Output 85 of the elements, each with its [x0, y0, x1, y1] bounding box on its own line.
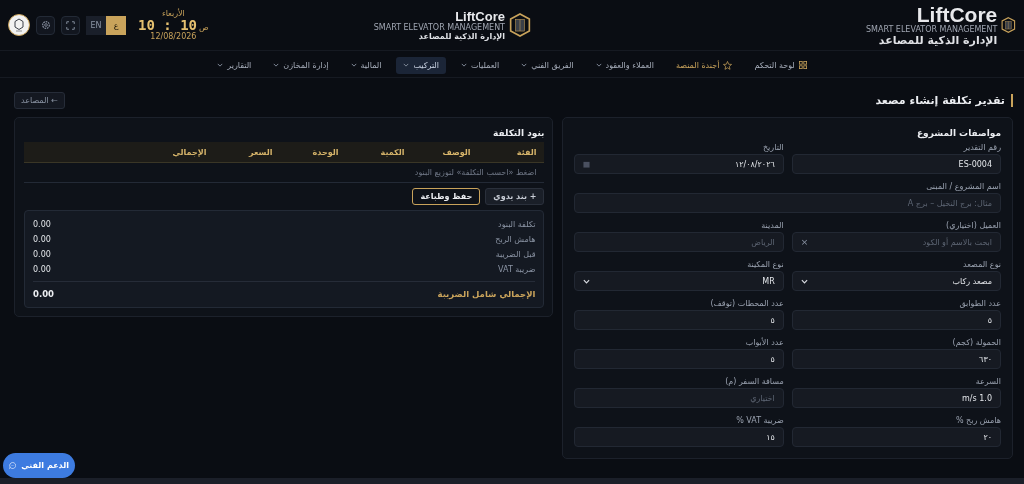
clock-date: 12/08/2026 — [150, 32, 197, 41]
nav-item[interactable]: التركيب — [396, 56, 447, 74]
summary-value: 0.00 — [33, 220, 51, 229]
field-label: عدد المحطات (توقف) — [709, 298, 784, 309]
star-icon — [723, 60, 733, 70]
chat-icon — [9, 460, 17, 471]
field-label: نوع المصعد — [962, 259, 1001, 270]
caret-icon — [350, 63, 357, 67]
action-button[interactable]: + بند يدوي — [485, 188, 545, 205]
input-field[interactable]: ٦٣٠ — [791, 349, 1001, 369]
field-label: نوع المكينة — [746, 259, 784, 270]
card-title: بنود التكلفة — [492, 128, 545, 138]
clock-day: الأربعاء — [161, 9, 185, 18]
caret-icon — [583, 278, 591, 284]
nav-item[interactable]: إدارة المخازن — [266, 56, 336, 74]
language-button[interactable]: ع — [106, 15, 126, 35]
input-field[interactable]: ٥ — [574, 349, 784, 369]
brand-name: LiftCore — [455, 9, 505, 23]
brand-subtitle: الإدارة الذكية للمصاعد — [418, 31, 505, 41]
input-field[interactable]: ES-0004 — [791, 154, 1001, 174]
nav-item[interactable]: المالية — [343, 56, 389, 74]
field-label: عدد الأبواب — [744, 337, 784, 348]
field-label: ضريبة VAT % — [735, 415, 784, 426]
select-field[interactable]: مصعد ركاب — [791, 271, 1001, 291]
field-label: مسافة السفر (م) — [724, 376, 784, 387]
summary-label: تكلفة البنود — [498, 220, 536, 229]
summary-label: هامش الربح — [495, 235, 536, 244]
avatar-icon[interactable] — [8, 14, 30, 36]
caret-icon — [595, 63, 602, 67]
field-label: التاريخ — [761, 142, 784, 153]
field-label: هامش ربح % — [954, 415, 1001, 426]
input-field[interactable]: ١٥ — [574, 427, 784, 447]
input-field[interactable]: 1.0 m/s — [791, 388, 1001, 408]
nav-item[interactable]: لوحة التحكم — [747, 56, 814, 74]
summary-value: 0.00 — [33, 235, 51, 244]
input-field[interactable]: ٥ — [791, 310, 1001, 330]
caret-icon — [461, 63, 468, 67]
clock-period: ص — [199, 23, 209, 32]
logo-icon — [509, 12, 531, 38]
clear-button[interactable]: × — [800, 237, 809, 247]
summary-value: 0.00 — [33, 265, 51, 274]
input-field[interactable]: ٢٠ — [791, 427, 1001, 447]
summary-label: قبل الضريبة — [495, 250, 536, 259]
table-header: الفئة الوصف الكمية الوحدة السعر الإجمالي — [24, 142, 545, 163]
support-button[interactable]: الدعم الفني — [3, 453, 75, 478]
summary-value: 0.00 — [33, 250, 51, 259]
caret-icon — [273, 63, 280, 67]
select-field[interactable]: MR — [574, 271, 784, 291]
input-field[interactable]: ٥ — [574, 310, 784, 330]
total-value: 0.00 — [33, 289, 54, 299]
nav-item[interactable]: التقارير — [210, 56, 259, 74]
field-label: عدد الطوابق — [958, 298, 1001, 309]
brand-tagline: SMART ELEVATOR MANAGEMENT — [866, 24, 998, 34]
caret-icon — [403, 63, 410, 67]
empty-message: اضغط «احسب التكلفة» لتوزيع البنود — [414, 168, 537, 177]
caret-icon — [521, 63, 528, 67]
nav-item[interactable]: العملاء والعقود — [588, 56, 661, 74]
search-field[interactable]: ابحث بالاسم أو الكود × — [791, 232, 1001, 252]
card-title: مواصفات المشروع — [915, 128, 1001, 138]
brand-tagline: SMART ELEVATOR MANAGEMENT — [373, 22, 505, 32]
summary-label: ضريبة VAT — [498, 265, 536, 274]
nav-item[interactable]: الفريق الفني — [514, 56, 581, 74]
clock-time: 10 : 10 — [138, 18, 198, 32]
field-label: المدينة — [760, 220, 784, 231]
caret-icon — [217, 63, 224, 67]
field-label: السرعة — [974, 376, 1001, 387]
total-label: الإجمالي شامل الضريبة — [437, 289, 536, 299]
back-button[interactable]: ← المصاعد — [14, 92, 65, 109]
date-field[interactable]: ١٢/٠٨/٢٠٢٦ — [574, 154, 784, 174]
nav-item[interactable]: أجندة المنصة — [668, 56, 740, 74]
page-title: تقدير تكلفة إنشاء مصعد — [875, 94, 1013, 107]
calendar-icon — [583, 160, 591, 168]
brand-name: LiftCore — [916, 3, 998, 25]
fullscreen-icon[interactable] — [61, 15, 80, 35]
field-label: العميل (اختياري) — [945, 220, 1001, 231]
brand-subtitle: الإدارة الذكية للمصاعد — [878, 33, 998, 47]
caret-icon — [800, 278, 808, 284]
action-button[interactable]: حفظ وطباعة — [412, 188, 481, 205]
field-label: رقم التقدير — [962, 142, 1001, 153]
field-label: الحمولة (كجم) — [951, 337, 1001, 348]
field-label: اسم المشروع / المبنى — [925, 181, 1001, 192]
nav-item[interactable]: العمليات — [454, 56, 507, 74]
grid-icon — [798, 61, 807, 69]
settings-icon[interactable] — [36, 15, 55, 35]
language-button[interactable]: EN — [86, 15, 106, 35]
